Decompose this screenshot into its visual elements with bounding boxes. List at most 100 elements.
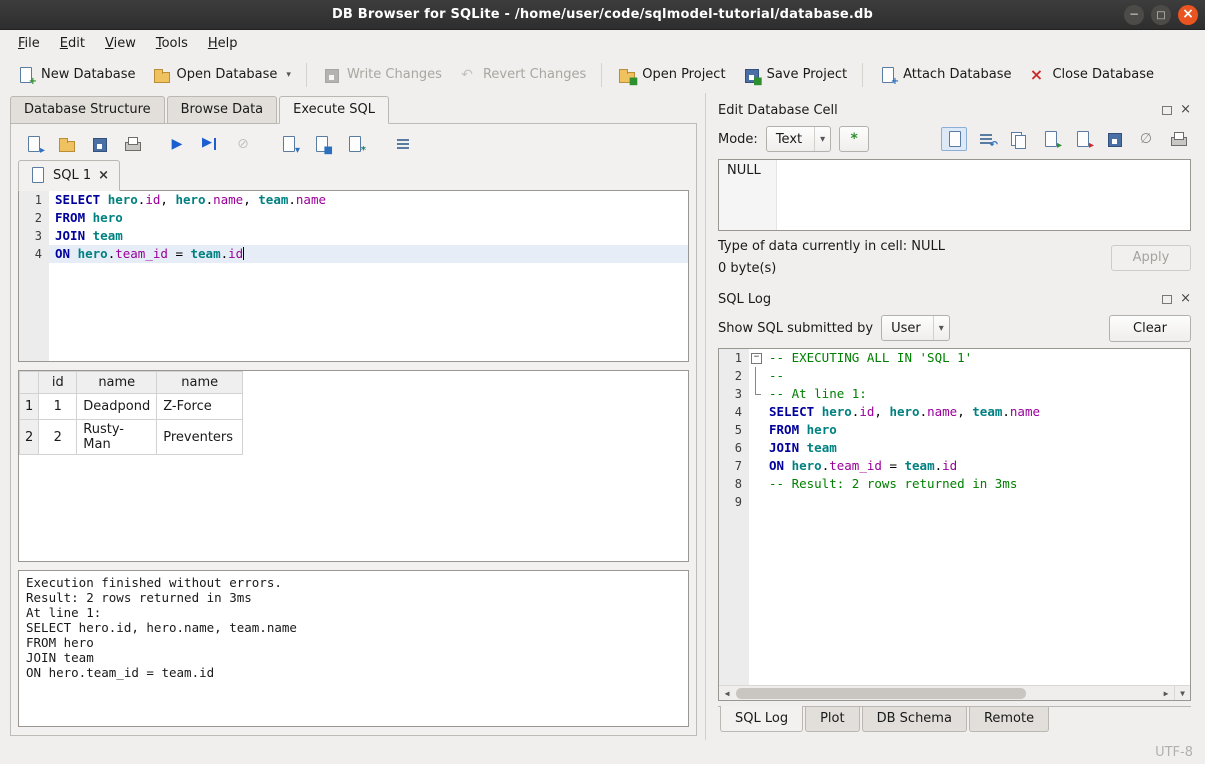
cell-editor-body[interactable] [777, 160, 1190, 230]
print-cell-button[interactable] [1165, 127, 1191, 151]
open-database-button[interactable]: Open Database ▾ [144, 61, 299, 89]
set-null-button[interactable]: ∅ [1133, 127, 1159, 151]
export-cell-button[interactable]: ▸ [1069, 127, 1095, 151]
column-header-id[interactable]: id [39, 372, 77, 394]
execution-message[interactable]: Execution finished without errors. Resul… [18, 570, 689, 727]
editor-code[interactable]: SELECT hero.id, hero.name, team.nameFROM… [49, 191, 688, 361]
dock-close-icon[interactable]: × [1180, 104, 1191, 116]
corner-header-cell[interactable] [20, 372, 39, 394]
execute-all-button[interactable]: ▶ [164, 132, 190, 156]
code-line[interactable] [749, 493, 1190, 511]
results-grid[interactable]: idnamename11DeadpondZ-Force22Rusty-ManPr… [18, 370, 689, 562]
code-line[interactable]: JOIN team [49, 227, 688, 245]
cell-editor[interactable]: NULL [718, 159, 1191, 231]
log-filter-label: Show SQL submitted by [718, 321, 873, 336]
new-database-button[interactable]: +New Database [8, 61, 144, 89]
clear-button[interactable]: Clear [1109, 315, 1191, 342]
table-cell[interactable]: 1 [39, 394, 77, 420]
minimize-icon[interactable] [1124, 5, 1144, 25]
code-line[interactable]: FROM hero [49, 209, 688, 227]
close-window-icon[interactable] [1178, 5, 1198, 25]
mode-combo[interactable]: Text [766, 126, 831, 152]
column-header-name[interactable]: name [157, 372, 243, 394]
table-cell[interactable]: Preventers [157, 420, 243, 455]
copy-cell-button[interactable] [1005, 127, 1031, 151]
scroll-left-icon[interactable] [719, 686, 735, 700]
save-cell-button[interactable] [1101, 127, 1127, 151]
scroll-down-icon[interactable] [1174, 686, 1190, 700]
attach-database-button[interactable]: +Attach Database [870, 61, 1019, 89]
maximize-icon[interactable] [1151, 5, 1171, 25]
table-cell[interactable]: Rusty-Man [77, 420, 157, 455]
scroll-right-icon[interactable] [1158, 686, 1174, 700]
fold-line-icon[interactable] [749, 367, 763, 385]
word-wrap-button[interactable]: ↶ [973, 127, 999, 151]
log-code[interactable]: -- EXECUTING ALL IN 'SQL 1'---- At line … [749, 349, 1190, 685]
sql-log-area[interactable]: 123456789 -- EXECUTING ALL IN 'SQL 1'---… [718, 348, 1191, 701]
menu-item-view[interactable]: View [95, 32, 146, 55]
table-cell[interactable]: 2 [39, 420, 77, 455]
save-project-button[interactable]: ■Save Project [734, 61, 856, 89]
print-button[interactable] [119, 132, 145, 156]
dock-tab-plot[interactable]: Plot [805, 707, 860, 732]
title-bar[interactable]: DB Browser for SQLite - /home/user/code/… [0, 0, 1205, 30]
fold-corner-icon[interactable] [749, 385, 763, 403]
code-line[interactable]: -- At line 1: [749, 385, 1190, 403]
code-line[interactable]: -- [749, 367, 1190, 385]
code-line[interactable]: ON hero.team_id = team.id [49, 245, 688, 263]
auto-format-button[interactable] [390, 132, 416, 156]
sql-tab-bar: SQL 1 × [18, 160, 689, 190]
close-database-button[interactable]: ×Close Database [1019, 61, 1162, 89]
dock-tab-remote[interactable]: Remote [969, 707, 1049, 732]
import-cell-button[interactable]: ▸ [1037, 127, 1063, 151]
log-filter-combo[interactable]: User [881, 315, 950, 341]
open-sql-file-button[interactable] [53, 132, 79, 156]
tab-database-structure[interactable]: Database Structure [10, 96, 165, 124]
row-header-cell[interactable]: 2 [20, 420, 39, 455]
code-line[interactable]: -- EXECUTING ALL IN 'SQL 1' [749, 349, 1190, 367]
text-view-button[interactable] [941, 127, 967, 151]
left-pane: Database StructureBrowse DataExecute SQL… [0, 93, 705, 740]
toolbar-button-label: Open Database [177, 67, 278, 82]
menu-item-tools[interactable]: Tools [146, 32, 198, 55]
table-cell[interactable]: Z-Force [157, 394, 243, 420]
tab-browse-data[interactable]: Browse Data [167, 96, 278, 124]
menu-item-file[interactable]: File [8, 32, 50, 55]
open-project-button[interactable]: ■Open Project [609, 61, 733, 89]
dock-tab-sql-log[interactable]: SQL Log [720, 706, 803, 732]
log-undock-icon[interactable] [1162, 295, 1172, 304]
menu-item-edit[interactable]: Edit [50, 32, 95, 55]
column-header-name[interactable]: name [77, 372, 157, 394]
new-tab-button[interactable]: ▸ [20, 132, 46, 156]
sql-tab-label: SQL 1 [53, 168, 91, 183]
toolbar-button-label: Revert Changes [483, 67, 586, 82]
save-sql-file-button[interactable] [86, 132, 112, 156]
code-line[interactable]: -- Result: 2 rows returned in 3ms [749, 475, 1190, 493]
menu-item-help[interactable]: Help [198, 32, 248, 55]
log-close-icon[interactable]: × [1180, 293, 1191, 305]
dock-tab-db-schema[interactable]: DB Schema [862, 707, 967, 732]
undock-icon[interactable] [1162, 106, 1172, 115]
dropdown-caret-icon[interactable]: ▾ [286, 70, 291, 80]
code-line[interactable]: ON hero.team_id = team.id [749, 457, 1190, 475]
code-line[interactable]: FROM hero [749, 421, 1190, 439]
code-line[interactable]: JOIN team [749, 439, 1190, 457]
auto-switch-mode-button[interactable]: * [839, 126, 869, 152]
table-cell[interactable]: Deadpond [77, 394, 157, 420]
export-results-button[interactable]: ▾ [275, 132, 301, 156]
tab-execute-sql[interactable]: Execute SQL [279, 96, 389, 124]
code-line[interactable]: SELECT hero.id, hero.name, team.name [49, 191, 688, 209]
save-results-view-button[interactable]: ■ [308, 132, 334, 156]
execute-all-icon: ▶ [168, 135, 186, 153]
sql-tab-sql-1[interactable]: SQL 1 × [18, 160, 120, 191]
log-hscrollbar[interactable] [719, 685, 1190, 700]
execute-current-line-button[interactable] [197, 132, 223, 156]
close-tab-icon[interactable]: × [98, 168, 109, 183]
find-replace-button[interactable]: * [341, 132, 367, 156]
row-header-cell[interactable]: 1 [20, 394, 39, 420]
code-line[interactable]: SELECT hero.id, hero.name, team.name [749, 403, 1190, 421]
hscroll-thumb[interactable] [736, 688, 1026, 699]
save-project-icon: ■ [742, 66, 760, 84]
sql-editor[interactable]: 1234 SELECT hero.id, hero.name, team.nam… [18, 190, 689, 362]
fold-box-icon[interactable] [749, 349, 763, 367]
